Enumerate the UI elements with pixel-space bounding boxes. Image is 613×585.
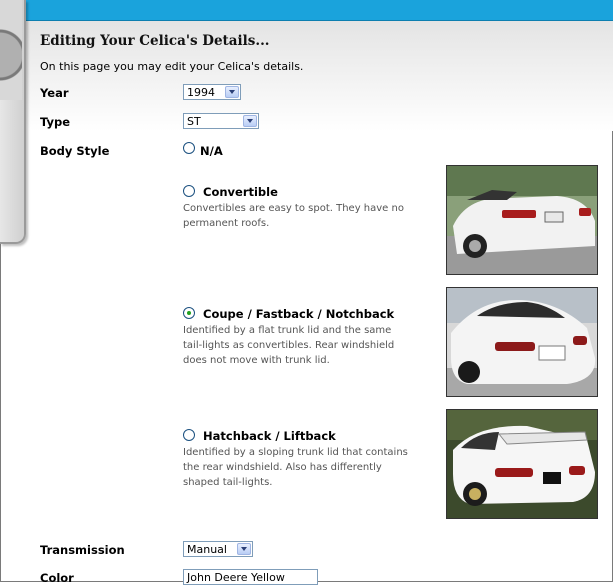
chevron-down-icon[interactable] — [243, 115, 257, 127]
convertible-description: Convertibles are easy to spot. They have… — [183, 201, 438, 231]
hatchback-title: Hatchback / Liftback — [203, 429, 336, 443]
transmission-select-value: Manual — [187, 543, 227, 556]
page-title: Editing Your Celica's Details... — [40, 33, 270, 49]
color-label: Color — [40, 571, 74, 585]
chevron-down-icon[interactable] — [237, 543, 251, 555]
hatchback-radio[interactable] — [183, 429, 195, 441]
hatchback-description: Identified by a sloping trunk lid that c… — [183, 445, 438, 490]
coupe-title: Coupe / Fastback / Notchback — [203, 307, 395, 321]
main-content: Editing Your Celica's Details... On this… — [0, 0, 613, 585]
description-line: does not move with trunk lid. — [183, 355, 330, 366]
convertible-photo — [446, 165, 598, 275]
coupe-radio[interactable] — [183, 307, 195, 319]
transmission-label: Transmission — [40, 543, 125, 557]
hatchback-photo — [446, 409, 598, 519]
year-label: Year — [40, 86, 69, 100]
description-line: Identified by a flat trunk lid and the s… — [183, 325, 392, 336]
convertible-title: Convertible — [203, 185, 278, 199]
color-input[interactable]: John Deere Yellow — [183, 569, 318, 585]
page-intro: On this page you may edit your Celica's … — [40, 60, 304, 73]
type-select[interactable]: ST — [183, 113, 259, 129]
coupe-car-image — [447, 288, 597, 396]
hatchback-car-image — [447, 410, 597, 518]
description-line: the rear windshield. Also has differentl… — [183, 462, 382, 473]
description-line: tail-lights as convertibles. Rear windsh… — [183, 340, 395, 351]
type-label: Type — [40, 115, 71, 129]
convertible-car-image — [447, 166, 597, 274]
type-select-value: ST — [187, 115, 201, 128]
description-line: permanent roofs. — [183, 218, 270, 229]
description-line: shaped tail-lights. — [183, 477, 273, 488]
convertible-radio[interactable] — [183, 185, 195, 197]
body-style-na-radio[interactable] — [183, 142, 195, 154]
year-select[interactable]: 1994 — [183, 84, 241, 100]
description-line: Identified by a sloping trunk lid that c… — [183, 447, 408, 458]
body-style-label: Body Style — [40, 144, 110, 158]
coupe-description: Identified by a flat trunk lid and the s… — [183, 323, 438, 368]
body-style-na-label: N/A — [200, 144, 223, 158]
description-line: Convertibles are easy to spot. They have… — [183, 203, 404, 214]
year-select-value: 1994 — [187, 86, 215, 99]
chevron-down-icon[interactable] — [225, 86, 239, 98]
transmission-select[interactable]: Manual — [183, 541, 253, 557]
coupe-photo — [446, 287, 598, 397]
